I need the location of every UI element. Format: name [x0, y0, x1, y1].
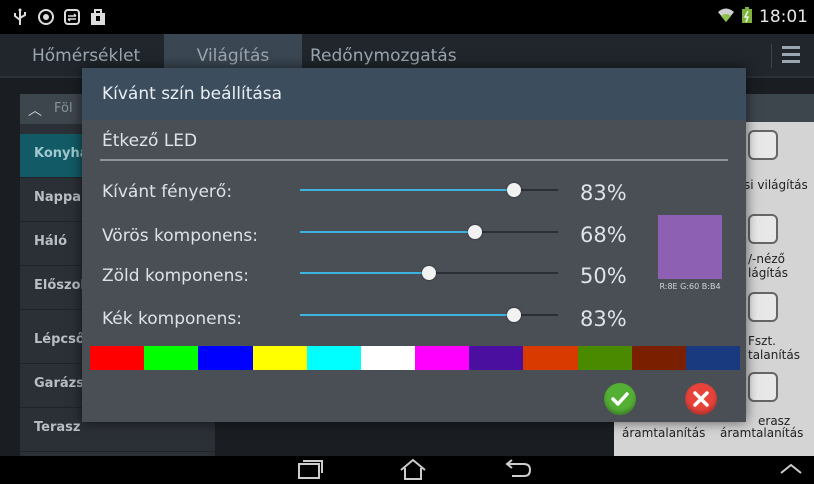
wifi-icon [717, 7, 735, 27]
palette-color-6[interactable] [360, 346, 416, 370]
menu-divider [771, 44, 772, 68]
slider-thumb[interactable] [422, 266, 436, 280]
scene-bottom-right: áramtalanítás [720, 426, 804, 440]
scene-label-1: si világítás [744, 178, 808, 192]
slider-thumb[interactable] [507, 308, 522, 322]
tv-icon[interactable] [748, 214, 778, 244]
chevron-up-icon[interactable] [778, 458, 804, 482]
red-slider[interactable] [300, 222, 558, 242]
brightness-label: Kívánt fényerő: [102, 182, 233, 202]
clock: 18:01 [759, 7, 808, 27]
scene-label-3a: Fszt. [748, 334, 776, 348]
navigation-bar [0, 456, 814, 484]
green-value: 50% [580, 264, 627, 288]
color-preview-swatch [658, 215, 722, 279]
scene-bottom-left: áramtalanítás [622, 426, 706, 440]
check-icon [611, 392, 629, 406]
green-label: Zöld komponens: [102, 266, 249, 286]
palette-color-10[interactable] [577, 346, 632, 370]
red-value: 68% [580, 223, 627, 247]
status-bar: 18:01 [0, 0, 814, 34]
ok-button[interactable] [604, 383, 636, 415]
back-icon[interactable] [502, 458, 532, 484]
palette-color-2[interactable] [144, 346, 199, 370]
scene-label-2b: lágítás [748, 266, 788, 280]
cancel-button[interactable] [685, 383, 717, 415]
palette-color-1[interactable] [90, 346, 145, 370]
device-name: Étkező LED [102, 131, 198, 151]
menu-icon[interactable] [782, 46, 800, 67]
eye-icon [36, 7, 56, 27]
power-icon[interactable] [748, 372, 778, 402]
palette-color-3[interactable] [198, 346, 253, 370]
palette-color-11[interactable] [631, 346, 686, 370]
color-palette [90, 346, 741, 370]
dialog-title-bar: Kívánt szín beállítása [82, 68, 746, 120]
usb-icon [10, 7, 30, 27]
palette-color-5[interactable] [306, 346, 361, 370]
home-icon[interactable] [398, 458, 428, 484]
palette-color-7[interactable] [415, 346, 470, 370]
dialog-title: Kívánt szín beállítása [102, 84, 283, 104]
lamp-icon[interactable] [748, 130, 778, 160]
brightness-slider[interactable] [300, 180, 558, 200]
palette-color-8[interactable] [469, 346, 524, 370]
slider-thumb[interactable] [507, 183, 522, 197]
palette-color-9[interactable] [523, 346, 578, 370]
chevron-up-icon: ︿ [28, 103, 42, 119]
red-label: Vörös komponens: [102, 226, 258, 246]
scene-label-2a: /-néző [748, 252, 786, 266]
blue-value: 83% [580, 307, 627, 331]
blue-slider[interactable] [300, 305, 558, 325]
brightness-value: 83% [580, 181, 627, 205]
slider-thumb[interactable] [468, 225, 483, 239]
sync-icon [62, 7, 82, 27]
close-icon [693, 391, 709, 407]
bag-icon [88, 7, 108, 27]
green-slider[interactable] [300, 263, 558, 283]
color-preview-caption: R:8E G:60 B:B4 [659, 282, 721, 291]
palette-color-12[interactable] [685, 346, 741, 370]
recent-apps-icon[interactable] [296, 458, 324, 484]
scene-label-3b: talanítás [748, 348, 800, 362]
power-icon[interactable] [748, 292, 778, 322]
divider [100, 159, 728, 161]
blue-label: Kék komponens: [102, 309, 242, 329]
battery-icon [741, 6, 753, 28]
palette-color-4[interactable] [252, 346, 307, 370]
